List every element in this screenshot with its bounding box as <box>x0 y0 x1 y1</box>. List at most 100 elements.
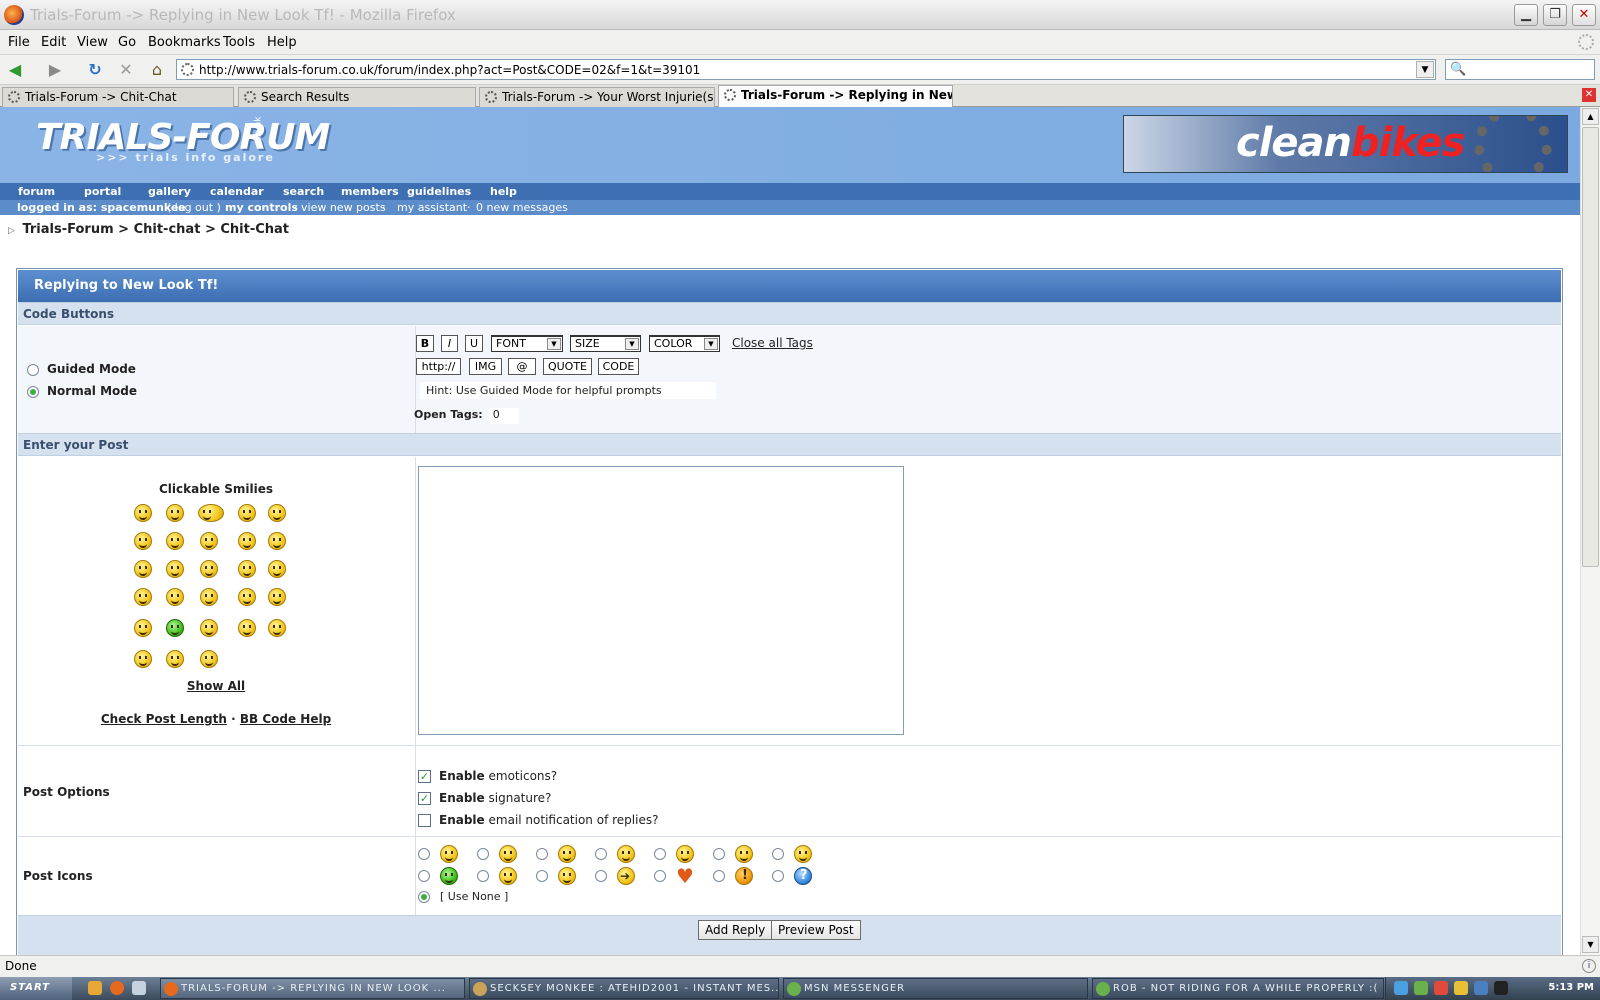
url-input[interactable] <box>199 61 1389 78</box>
color-select[interactable]: COLOR ▼ <box>649 335 720 352</box>
option-email-notification[interactable]: Enable email notification of replies? <box>418 813 658 827</box>
smiley-sad-icon[interactable] <box>134 532 152 550</box>
bb-code-help-link[interactable]: BB Code Help <box>240 712 331 726</box>
search-icon[interactable]: 🔍 <box>1450 62 1466 77</box>
post-icon-radio[interactable] <box>477 870 489 882</box>
my-controls-link[interactable]: my controls <box>225 201 298 214</box>
smiley-sleep-icon[interactable] <box>200 619 218 637</box>
smiley-happy-icon[interactable] <box>166 532 184 550</box>
menu-bookmarks[interactable]: Bookmarks <box>148 35 221 50</box>
option-emoticons[interactable]: ✓ Enable emoticons? <box>418 769 557 783</box>
nav-gallery[interactable]: gallery <box>148 185 191 198</box>
post-icon-radio[interactable] <box>536 870 548 882</box>
italic-button[interactable]: I <box>441 335 458 352</box>
nav-search[interactable]: search <box>283 185 324 198</box>
smiley-mellow-icon[interactable] <box>238 619 256 637</box>
tray-network-icon[interactable] <box>1394 981 1408 995</box>
tray-bluetooth-icon[interactable] <box>1474 981 1488 995</box>
vertical-scrollbar[interactable]: ▲ ▼ <box>1580 107 1600 955</box>
post-icon-radio[interactable] <box>595 848 607 860</box>
breadcrumb-trials-forum[interactable]: Trials-Forum <box>22 222 113 237</box>
forward-arrow-icon[interactable]: ▶ <box>44 59 66 81</box>
smiley-dry-icon[interactable] <box>238 560 256 578</box>
tray-antivirus-icon[interactable] <box>1434 981 1448 995</box>
nav-members[interactable]: members <box>341 185 399 198</box>
smiley-angry-icon[interactable] <box>166 560 184 578</box>
tab-search-results[interactable]: Search Results <box>238 87 476 107</box>
smiley-cool-icon[interactable] <box>166 650 184 668</box>
smiley-closedeyes-icon[interactable] <box>268 588 286 606</box>
smiley-thumbsup-icon[interactable] <box>238 504 256 522</box>
home-icon[interactable]: ⌂ <box>146 59 168 81</box>
add-reply-button[interactable]: Add Reply <box>698 920 773 940</box>
size-select[interactable]: SIZE ▼ <box>570 335 641 352</box>
guided-mode-radio[interactable] <box>27 363 39 376</box>
show-all-smilies-link[interactable]: Show All <box>17 679 415 693</box>
my-assistant-link[interactable]: my assistant <box>397 201 467 214</box>
use-none-option[interactable]: [ Use None ] <box>418 890 508 903</box>
smiley-smile-icon[interactable] <box>200 588 218 606</box>
post-icon-radio[interactable] <box>654 870 666 882</box>
img-tag-button[interactable]: IMG <box>469 358 502 375</box>
back-arrow-icon[interactable]: ◀ <box>4 59 26 81</box>
new-messages-link[interactable]: 0 new messages <box>476 201 568 214</box>
post-textarea[interactable] <box>418 466 904 735</box>
post-icon-radio[interactable] <box>654 848 666 860</box>
menu-file[interactable]: File <box>8 35 30 50</box>
maximize-button[interactable]: ❐ <box>1543 4 1567 26</box>
post-icon-radio[interactable] <box>713 848 725 860</box>
scroll-up-arrow-icon[interactable]: ▲ <box>1582 108 1599 125</box>
tray-volume-icon[interactable] <box>1494 981 1508 995</box>
quicklaunch-firefox-icon[interactable] <box>110 981 124 995</box>
task-msn-messenger[interactable]: MSN MESSENGER <box>783 978 1088 999</box>
task-firefox[interactable]: TRIALS-FORUM -> REPLYING IN NEW LOOK ... <box>160 978 465 999</box>
post-icon-radio[interactable] <box>595 870 607 882</box>
menu-help[interactable]: Help <box>267 35 297 50</box>
task-instant-message[interactable]: SECKSEY MONKEE : ATEHID2001 - INSTANT ME… <box>469 978 779 999</box>
normal-mode-option[interactable]: Normal Mode <box>27 384 137 398</box>
nav-portal[interactable]: portal <box>84 185 121 198</box>
bold-button[interactable]: B <box>416 335 434 352</box>
menu-view[interactable]: View <box>77 35 108 50</box>
close-tab-icon[interactable]: ✕ <box>1582 88 1596 102</box>
smiley-grin-icon[interactable] <box>268 532 286 550</box>
post-icon-radio[interactable] <box>772 848 784 860</box>
code-tag-button[interactable]: CODE <box>598 358 639 375</box>
check-post-length-link[interactable]: Check Post Length <box>101 712 227 726</box>
nav-help[interactable]: help <box>490 185 517 198</box>
menu-go[interactable]: Go <box>118 35 136 50</box>
minimize-button[interactable]: ▁ <box>1514 4 1538 26</box>
quicklaunch-user-icon[interactable] <box>88 981 102 995</box>
smiley-wink2-icon[interactable] <box>134 650 152 668</box>
font-select[interactable]: FONT ▼ <box>491 335 563 352</box>
smiley-laugh-icon[interactable] <box>238 532 256 550</box>
quicklaunch-desktop-icon[interactable] <box>132 981 146 995</box>
smiley-wacko-icon[interactable] <box>268 560 286 578</box>
view-new-posts-link[interactable]: view new posts <box>301 201 386 214</box>
guided-mode-option[interactable]: Guided Mode <box>27 362 136 376</box>
smiley-surprised-icon[interactable] <box>238 588 256 606</box>
scrollbar-thumb[interactable] <box>1582 127 1599 567</box>
tab-replying-active[interactable]: Trials-Forum -> Replying in New... <box>718 85 953 107</box>
emoticons-checkbox[interactable]: ✓ <box>418 770 431 783</box>
url-tag-button[interactable]: http:// <box>416 358 461 375</box>
quote-tag-button[interactable]: QUOTE <box>543 358 592 375</box>
post-icon-radio[interactable] <box>418 848 430 860</box>
logout-link[interactable]: ( log out ) <box>167 201 221 214</box>
stop-icon[interactable]: ✕ <box>115 59 137 81</box>
post-icon-radio[interactable] <box>418 870 430 882</box>
nav-calendar[interactable]: calendar <box>210 185 264 198</box>
smiley-wink-icon[interactable] <box>134 588 152 606</box>
smiley-huh-icon[interactable] <box>200 560 218 578</box>
signature-checkbox[interactable]: ✓ <box>418 792 431 805</box>
post-icon-radio[interactable] <box>772 870 784 882</box>
tray-alert-icon[interactable] <box>1454 981 1468 995</box>
scroll-down-arrow-icon[interactable]: ▼ <box>1582 936 1599 953</box>
close-window-button[interactable]: ✕ <box>1572 4 1596 26</box>
smiley-biggrin-icon[interactable] <box>166 588 184 606</box>
preview-post-button[interactable]: Preview Post <box>771 920 861 940</box>
normal-mode-radio[interactable] <box>27 385 39 398</box>
smiley-ohmy-icon[interactable] <box>166 504 184 522</box>
option-signature[interactable]: ✓ Enable signature? <box>418 791 551 805</box>
chevron-down-icon[interactable]: ▼ <box>625 338 639 350</box>
